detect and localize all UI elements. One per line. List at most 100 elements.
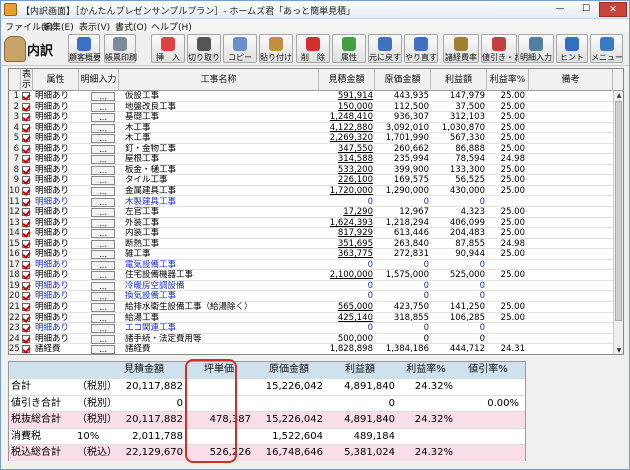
table-row[interactable]: 1 明細あり... 仮設工事 591,914 443,935 147,979 25.00 [9,91,623,102]
toolbar-button-redo[interactable]: やり直す [404,34,438,63]
table-row[interactable]: 16 明細あり... 雑工事 363,775 272,831 90,944 25.00 [9,249,623,260]
toolbar-button-paste[interactable]: 貼り付け [259,34,293,63]
detail-input-button[interactable]: ... [90,175,116,186]
display-checkbox[interactable] [22,91,32,102]
row-estimate[interactable]: 150,000 [319,102,373,113]
table-row[interactable]: 6 明細あり... 釘・金物工事 347,550 260,662 86,888 25.00 [9,143,623,155]
display-checkbox[interactable] [22,144,32,155]
table-row[interactable]: 21 明細あり... 給排水衛生設備工事（給湯除く） 565,000 423,750 14… [9,302,623,313]
detail-input-button[interactable]: ... [90,260,116,271]
scroll-down-icon[interactable]: ▼ [614,346,623,354]
toolbar-button-undo[interactable]: 元に戻す [368,34,402,63]
row-name[interactable]: タイル工事 [123,175,323,186]
row-name[interactable]: 外装工事 [123,218,323,229]
display-checkbox[interactable] [22,239,32,250]
detail-input-button[interactable]: ... [90,165,116,176]
detail-input-button[interactable]: ... [90,239,116,250]
display-checkbox[interactable] [22,334,32,345]
display-checkbox[interactable] [22,228,32,239]
detail-input-button[interactable]: ... [90,123,116,134]
detail-input-button[interactable]: ... [90,313,116,324]
toolbar-button-copy[interactable]: コピー [223,34,257,63]
display-checkbox[interactable] [22,323,32,334]
row-name[interactable]: 仮設工事 [123,91,323,102]
display-checkbox[interactable] [22,197,32,208]
display-checkbox[interactable] [22,313,32,324]
row-name[interactable]: 断熱工事 [123,239,323,250]
close-button[interactable]: ✕ [599,2,627,17]
row-estimate[interactable]: 1,720,000 [319,186,373,197]
display-checkbox[interactable] [22,175,32,186]
detail-input-button[interactable]: ... [90,144,116,155]
display-checkbox[interactable] [22,207,32,218]
table-row[interactable]: 10 明細あり... 金属建具工事 1,720,000 1,290,000 430,000… [9,185,623,197]
row-name[interactable]: 住宅設備機器工事 [123,270,323,281]
table-row[interactable]: 13 明細あり... 外装工事 1,624,393 1,218,294 406,099 25… [9,217,623,229]
row-name[interactable]: 給排水衛生設備工事（給湯除く） [123,302,323,313]
row-name[interactable]: 左官工事 [123,207,323,218]
toolbar-button-print[interactable]: 帳票印刷 [104,34,137,63]
row-name[interactable]: 換気設備工事 [123,291,323,302]
table-row[interactable]: 8 明細あり... 板金・樋工事 533,200 399,900 133,300 25.00 [9,164,623,176]
table-row[interactable]: 7 明細あり... 屋根工事 314,588 235,994 78,594 24.98 [9,154,623,165]
display-checkbox[interactable] [22,249,32,260]
row-estimate[interactable]: 0 [319,281,373,292]
table-row[interactable]: 14 明細あり... 内装工事 817,929 613,446 204,483 25.00 [9,228,623,239]
detail-input-button[interactable]: ... [90,186,116,197]
detail-input-button[interactable]: ... [90,133,116,144]
row-estimate[interactable]: 0 [319,197,373,208]
row-estimate[interactable]: 4,122,880 [319,123,373,134]
display-checkbox[interactable] [22,291,32,302]
table-row[interactable]: 12 明細あり... 左官工事 17,290 12,967 4,323 25.00 [9,207,623,218]
row-estimate[interactable]: 347,550 [319,144,373,155]
display-checkbox[interactable] [22,112,32,123]
row-estimate[interactable]: 500,000 [319,334,373,345]
detail-input-button[interactable]: ... [90,102,116,113]
vertical-scrollbar[interactable]: ▲ ▼ [613,91,623,354]
toolbar-button-delete[interactable]: 削 除 [296,34,330,63]
detail-input-button[interactable]: ... [90,302,116,313]
detail-input-button[interactable]: ... [90,270,116,281]
row-estimate[interactable]: 1,828,898 [319,344,373,354]
row-name[interactable]: 諸経費 [123,344,323,354]
row-name[interactable]: 木工事 [123,133,323,144]
row-name[interactable]: 雑工事 [123,249,323,260]
detail-input-button[interactable]: ... [90,323,116,334]
maximize-button[interactable]: ☐ [573,2,599,17]
toolbar-button-insert[interactable]: 挿 入 [151,34,185,63]
row-name[interactable]: 金属建具工事 [123,186,323,197]
row-estimate[interactable]: 1,624,393 [319,218,373,229]
row-name[interactable]: 釘・金物工事 [123,144,323,155]
row-estimate[interactable]: 425,140 [319,313,373,324]
row-estimate[interactable]: 591,914 [319,91,373,102]
toolbar-button-customer[interactable]: 顧客概要 [68,34,101,63]
detail-input-button[interactable]: ... [90,207,116,218]
display-checkbox[interactable] [22,186,32,197]
detail-input-button[interactable]: ... [90,291,116,302]
detail-input-button[interactable]: ... [90,154,116,165]
detail-input-button[interactable]: ... [90,197,116,208]
scroll-thumb[interactable] [615,101,622,321]
row-name[interactable]: 電気設備工事 [123,260,323,271]
toolbar-button-menu[interactable]: メニュー [590,34,623,63]
row-name[interactable]: 冷暖房空調設備 [123,281,323,292]
display-checkbox[interactable] [22,260,32,271]
row-estimate[interactable]: 817,929 [319,228,373,239]
row-estimate[interactable]: 351,695 [319,239,373,250]
scroll-up-icon[interactable]: ▲ [614,91,623,100]
display-checkbox[interactable] [22,218,32,229]
toolbar-button-hint[interactable]: ヒント [556,34,588,63]
table-row[interactable]: 24 明細あり... 諸手続・法定費用等 500,000 0 0 [9,333,623,345]
table-row[interactable]: 18 明細あり... 住宅設備機器工事 2,100,000 1,575,000 525,0… [9,270,623,281]
row-name[interactable]: 地盤改良工事 [123,102,323,113]
table-row[interactable]: 11 明細あり... 木製建具工事 0 0 0 [9,196,623,208]
display-checkbox[interactable] [22,165,32,176]
row-name[interactable]: 給湯工事 [123,313,323,324]
toolbar-button-scissors[interactable]: 切り取り [187,34,221,63]
display-checkbox[interactable] [22,270,32,281]
toolbar-button-detail-input[interactable]: 明細入力 [518,34,554,63]
row-estimate[interactable]: 533,200 [319,165,373,176]
row-name[interactable]: 基礎工事 [123,112,323,123]
display-checkbox[interactable] [22,133,32,144]
display-checkbox[interactable] [22,102,32,113]
